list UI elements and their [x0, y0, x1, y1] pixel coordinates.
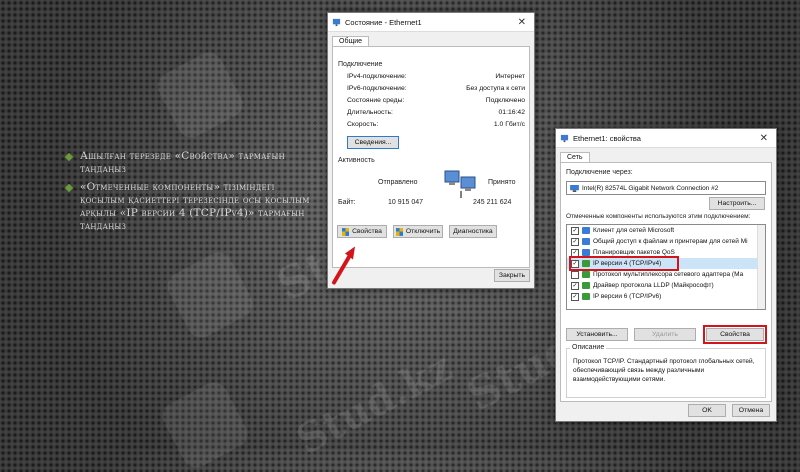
bytes-received: 245 211 624 [473, 199, 512, 206]
status-row: Скорость: 1.0 Гбит/с [347, 121, 525, 128]
network-icon [332, 18, 341, 26]
details-button[interactable]: Сведения... [347, 136, 399, 149]
adapter-field: Intel(R) 82574L Gigabit Network Connecti… [566, 181, 766, 195]
close-button[interactable]: Закрыть [494, 269, 530, 282]
protocol-icon [582, 282, 590, 289]
props-panel: Подключение через: Intel(R) 82574L Gigab… [560, 162, 772, 402]
configure-button[interactable]: Настроить... [709, 197, 765, 210]
watermark-text: Stud.kz [288, 343, 460, 464]
list-item[interactable]: ✓ Драйвер протокола LLDP (Майкрософт) [567, 280, 765, 291]
bullet-item: «Отмеченные компоненты» тізіміндегі қосы… [66, 181, 316, 233]
received-label: Принято [488, 179, 516, 186]
properties-dialog: Ethernet1: свойства ✕ Сеть Подключение ч… [555, 128, 777, 422]
checkbox[interactable] [571, 270, 579, 279]
status-titlebar: Состояние - Ethernet1 ✕ [328, 13, 534, 32]
tab-general[interactable]: Общие [332, 36, 370, 46]
checkbox[interactable]: ✓ [571, 226, 579, 235]
status-row: IPv6-подключение: Без доступа к сети [347, 85, 525, 92]
list-scrollbar[interactable] [757, 225, 765, 309]
description-text: Протокол TCP/IP. Стандартный протокол гл… [573, 358, 755, 383]
red-arrow [332, 246, 355, 285]
protocol-icon [582, 271, 590, 278]
properties-highlight [703, 325, 767, 344]
status-panel: Подключение IPv4-подключение: Интернет IP… [332, 46, 530, 268]
watermark-logo [162, 247, 258, 343]
close-icon[interactable]: ✕ [756, 133, 772, 144]
checkbox[interactable]: ✓ [571, 281, 579, 290]
network-activity-icon [444, 170, 476, 198]
network-icon [560, 134, 569, 142]
bytes-label: Байт: [338, 199, 356, 206]
checkbox[interactable]: ✓ [571, 292, 579, 301]
remove-button[interactable]: Удалить [634, 328, 696, 341]
props-titlebar: Ethernet1: свойства ✕ [556, 129, 776, 148]
bytes-sent: 10 915 047 [388, 199, 424, 206]
status-properties-button[interactable]: Свойства [337, 225, 387, 238]
diagnose-button[interactable]: Диагностика [449, 225, 497, 238]
list-item[interactable]: ✓ Общий доступ к файлам и принтерам для … [567, 236, 765, 247]
status-row: IPv4-подключение: Интернет [347, 73, 525, 80]
install-button[interactable]: Установить... [566, 328, 628, 341]
shield-icon [395, 227, 403, 236]
client-icon [582, 238, 590, 245]
shield-icon [342, 227, 350, 236]
description-label: Описание [570, 344, 607, 351]
connection-group-label: Подключение [338, 61, 383, 68]
disable-button[interactable]: Отключить [393, 225, 443, 238]
list-item[interactable]: ✓ IP версии 6 (TCP/IPv6) [567, 291, 765, 302]
watermark-logo [152, 47, 248, 143]
close-icon[interactable]: ✕ [514, 17, 530, 28]
watermark-logo [157, 377, 253, 472]
client-icon [582, 227, 590, 234]
connect-via-label: Подключение через: [566, 169, 633, 176]
service-icon [582, 249, 590, 256]
adapter-icon [570, 184, 579, 192]
tab-network[interactable]: Сеть [560, 152, 590, 162]
ipv4-highlight [569, 256, 679, 271]
checkbox[interactable]: ✓ [571, 237, 579, 246]
status-row: Длительность: 01:16:42 [347, 109, 525, 116]
protocol-icon [582, 293, 590, 300]
activity-group-label: Активность [338, 157, 375, 164]
components-label: Отмеченные компоненты используются этим … [566, 213, 751, 220]
sent-label: Отправлено [378, 179, 418, 186]
props-title: Ethernet1: свойства [573, 133, 641, 143]
status-row: Состояние среды: Подключено [347, 97, 525, 104]
list-item[interactable]: ✓ Клиент для сетей Microsoft [567, 225, 765, 236]
bullet-item: Ашылған терезеде «Свойства» тармағын таң… [66, 150, 316, 176]
status-title: Состояние - Ethernet1 [345, 17, 422, 27]
cancel-button[interactable]: Отмена [732, 404, 770, 417]
ok-button[interactable]: OK [688, 404, 726, 417]
slide-text: Ашылған терезеде «Свойства» тармағын таң… [66, 150, 316, 238]
